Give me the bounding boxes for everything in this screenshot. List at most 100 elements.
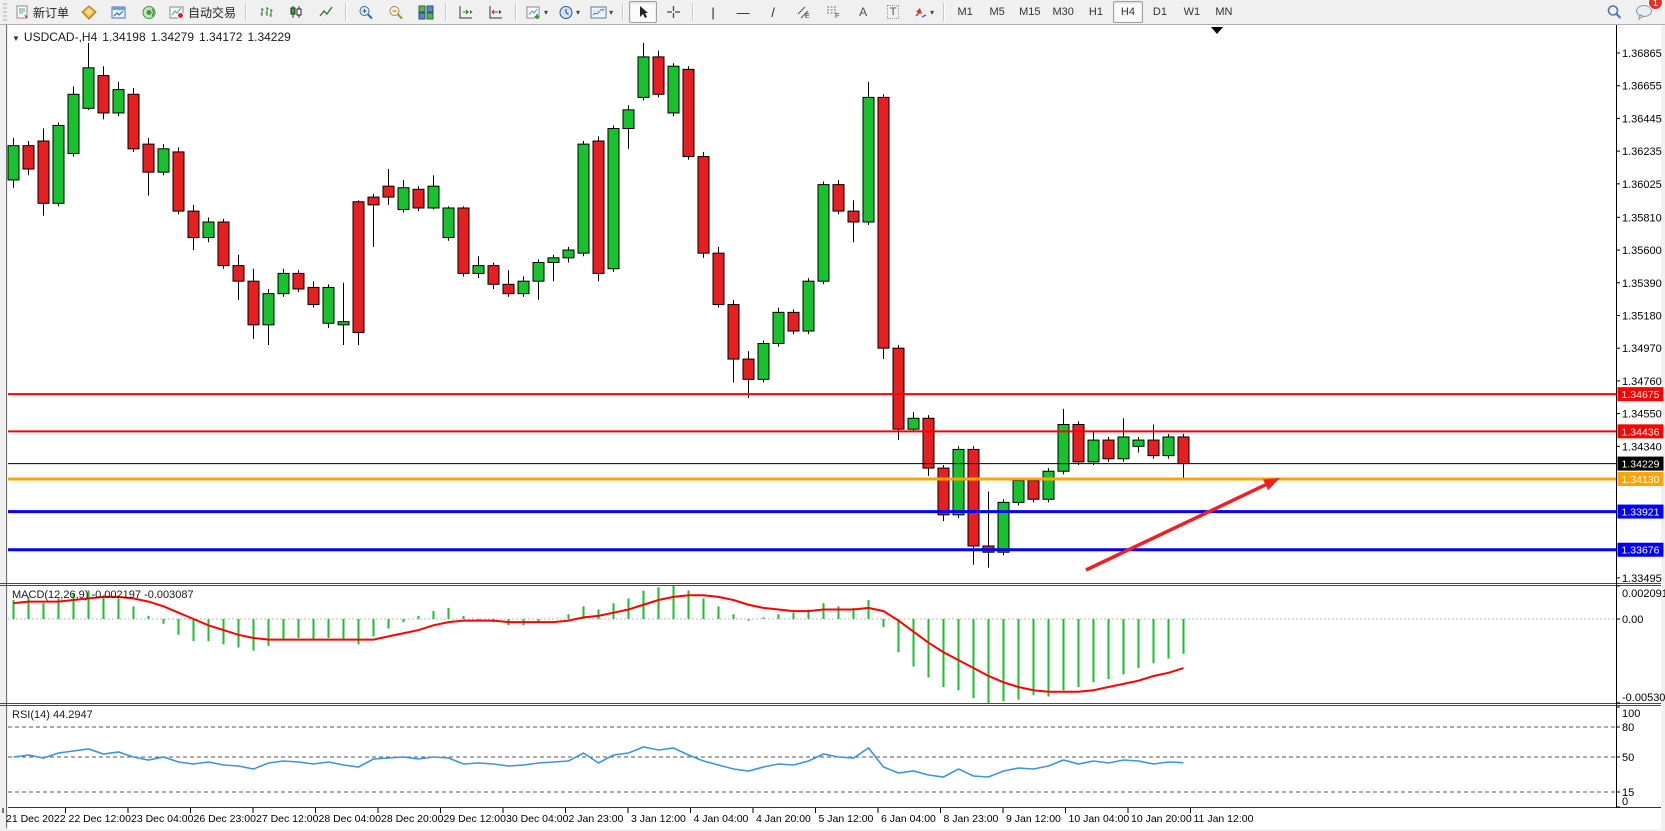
new-chart-button[interactable] [105, 1, 133, 23]
fibonacci-icon: F [826, 5, 841, 19]
toolbar-separator [345, 3, 347, 21]
crosshair-button[interactable] [659, 1, 687, 23]
auto-scroll-button[interactable] [452, 1, 480, 23]
price-axis-label: 1.35390 [1622, 278, 1662, 290]
candle [1103, 440, 1114, 459]
time-axis-label: 22 Dec 12:00 [69, 813, 132, 825]
candle [578, 144, 589, 253]
time-axis-label: 10 Jan 20:00 [1131, 813, 1192, 825]
horizontal-line-icon: — [737, 6, 750, 19]
price-axis-label: 1.36655 [1622, 81, 1662, 93]
zoom-in-button[interactable] [352, 1, 380, 23]
crosshair-icon [666, 5, 681, 19]
candle [143, 144, 154, 172]
candle [698, 157, 709, 254]
toolbar: 新订单 [0, 0, 1665, 25]
notifications-button[interactable]: 1 [1630, 1, 1658, 23]
periods-button[interactable]: ▾ [554, 1, 584, 23]
candle [653, 57, 664, 94]
candle [683, 69, 694, 156]
time-axis-label: 29 Dec 12:00 [444, 813, 507, 825]
time-axis-label: 26 Dec 23:00 [194, 813, 257, 825]
template-icon [590, 5, 607, 20]
trendline-button[interactable]: / [759, 1, 787, 23]
candle [623, 110, 634, 129]
candle [1133, 440, 1144, 446]
time-axis-label: 8 Jan 23:00 [944, 813, 999, 825]
candle [878, 97, 889, 348]
sound-icon [141, 5, 157, 20]
chart-background [0, 25, 1665, 831]
indicators-button[interactable]: ▾ [522, 1, 552, 23]
timeframe-button-m15[interactable]: M15 [1014, 1, 1045, 23]
timeframe-button-mn[interactable]: MN [1209, 1, 1239, 23]
horizontal-line-button[interactable]: — [729, 1, 757, 23]
time-axis-label: 5 Jan 12:00 [819, 813, 874, 825]
candle [533, 263, 544, 282]
candle [908, 418, 919, 429]
alerts-button[interactable] [135, 1, 163, 23]
timeframe-button-h4[interactable]: H4 [1113, 1, 1143, 23]
chevron-down-icon: ▾ [609, 8, 613, 17]
timeframe-button-h1[interactable]: H1 [1081, 1, 1111, 23]
toolbar-separator [622, 3, 624, 21]
arrows-button[interactable]: ▾ [909, 1, 938, 23]
candle [248, 281, 259, 325]
new-order-button[interactable]: 新订单 [11, 1, 73, 23]
search-button[interactable] [1600, 1, 1628, 23]
rsi-axis-label: 100 [1622, 708, 1640, 720]
text-button[interactable]: A [849, 1, 877, 23]
history-center-button[interactable] [75, 1, 103, 23]
chart-window-icon [111, 5, 127, 20]
timeframe-button-m5[interactable]: M5 [982, 1, 1012, 23]
candle [803, 281, 814, 331]
price-axis-label: 1.36865 [1622, 48, 1662, 60]
candle [128, 94, 139, 149]
candle [83, 68, 94, 108]
toolbar-right: 1 [1599, 1, 1659, 23]
macd-label: MACD(12,26,9) -0.002197 -0.003087 [12, 589, 194, 601]
price-axis-label: 1.36025 [1622, 179, 1662, 191]
text-label-button[interactable]: T [879, 1, 907, 23]
candle [893, 348, 904, 429]
templates-button[interactable]: ▾ [586, 1, 617, 23]
candle [788, 312, 799, 331]
bar-chart-button[interactable] [252, 1, 280, 23]
timeframe-button-m30[interactable]: M30 [1048, 1, 1079, 23]
candle [1148, 440, 1159, 456]
candlestick-button[interactable] [282, 1, 310, 23]
candle [668, 66, 679, 113]
ohlc-low: 1.34172 [199, 30, 242, 44]
vertical-line-button[interactable]: | [699, 1, 727, 23]
chevron-down-icon: ▾ [930, 8, 934, 17]
chart-shift-button[interactable] [482, 1, 510, 23]
arrows-icon [913, 5, 928, 19]
macd-axis-label: -0.005303 [1622, 692, 1665, 704]
tile-windows-button[interactable] [412, 1, 440, 23]
time-axis-label: 30 Dec 04:00 [506, 813, 569, 825]
timeframe-button-w1[interactable]: W1 [1177, 1, 1207, 23]
macd-axis-label: 0.00 [1622, 614, 1643, 626]
channel-button[interactable]: E [789, 1, 817, 23]
cursor-button[interactable] [629, 1, 657, 23]
price-tag-label: 1.34229 [1622, 459, 1660, 471]
fibonacci-button[interactable]: F [819, 1, 847, 23]
candle [848, 211, 859, 222]
autotrading-button[interactable]: 自动交易 [165, 1, 240, 23]
candle [773, 312, 784, 343]
timeframe-button-d1[interactable]: D1 [1145, 1, 1175, 23]
candle [38, 141, 49, 203]
timeframe-button-m1[interactable]: M1 [950, 1, 980, 23]
time-axis-label: 2 Jan 23:00 [569, 813, 624, 825]
price-axis-label: 1.35810 [1622, 212, 1662, 224]
chart-canvas[interactable]: 1.368651.366551.364451.362351.360251.358… [0, 0, 1665, 831]
new-order-icon [15, 5, 30, 19]
timeframe-group: M1M5M15M30H1H4D1W1MN [949, 1, 1240, 23]
line-chart-button[interactable] [312, 1, 340, 23]
candle [1013, 481, 1024, 503]
candle [203, 222, 214, 238]
candle [998, 502, 1009, 552]
zoom-out-button[interactable] [382, 1, 410, 23]
cursor-icon [637, 5, 650, 19]
time-axis-label: 27 Dec 12:00 [256, 813, 319, 825]
